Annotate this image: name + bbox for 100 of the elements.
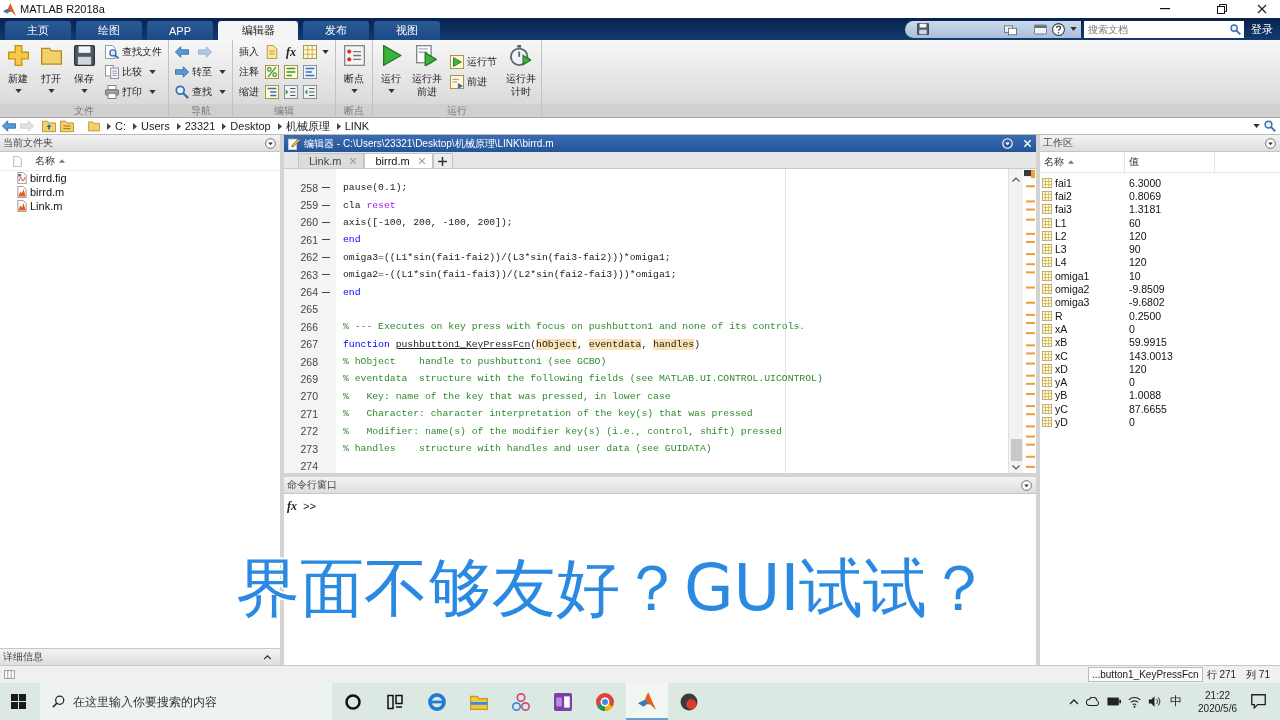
variable-name[interactable]: fai1	[1055, 176, 1129, 189]
percent-icon[interactable]	[265, 65, 279, 79]
toolstrip-button[interactable]: 运行	[376, 40, 406, 93]
variable-name[interactable]: L4	[1055, 256, 1129, 269]
file-name[interactable]: birrd.m	[30, 186, 65, 198]
caret-icon[interactable]	[277, 122, 282, 130]
text-lines-icon[interactable]	[303, 65, 317, 79]
ribbon-tab[interactable]: APP	[147, 21, 213, 40]
toolstrip-button[interactable]: 比较	[104, 62, 163, 82]
back-arrow-icon[interactable]	[175, 45, 189, 59]
indent-icon[interactable]	[284, 85, 298, 99]
circle-caret-icon[interactable]	[1021, 479, 1032, 491]
toolstrip-button[interactable]: 保存	[69, 40, 99, 93]
input-method-indicator[interactable]: 中	[1170, 693, 1183, 710]
toolstrip-button[interactable]: 打开	[36, 40, 66, 93]
caret-icon[interactable]	[176, 122, 181, 130]
chevron-up-icon[interactable]	[1069, 698, 1080, 705]
ribbon-tab[interactable]: 视图	[374, 21, 440, 40]
toolstrip-button[interactable]: 断点	[339, 40, 369, 93]
search-icon[interactable]	[1230, 23, 1241, 35]
folder-icon[interactable]	[60, 119, 74, 133]
variable-name[interactable]: omiga1	[1055, 269, 1129, 282]
toolstrip-button[interactable]: 查找	[174, 82, 227, 102]
toolstrip-button[interactable]: 新建	[3, 40, 33, 93]
scroll-up-icon[interactable]	[1012, 177, 1020, 182]
cloud-icon[interactable]	[1086, 697, 1101, 706]
indent-icon[interactable]	[265, 85, 279, 99]
circle-caret-icon[interactable]	[1265, 137, 1276, 149]
text-lines-icon[interactable]	[284, 65, 298, 79]
caret-icon[interactable]	[107, 122, 111, 130]
chevron-up-icon[interactable]	[263, 654, 272, 660]
toolstrip-button[interactable]: 运行并前进	[409, 40, 444, 98]
caret-icon[interactable]	[133, 122, 137, 130]
variable-name[interactable]: xA	[1055, 322, 1129, 335]
circle-icon[interactable]	[345, 693, 361, 710]
column-header[interactable]: 名称	[1044, 155, 1064, 169]
variable-name[interactable]: yD	[1055, 416, 1129, 428]
minimize-icon[interactable]	[1160, 8, 1170, 10]
grid-icon[interactable]	[303, 45, 317, 59]
variable-name[interactable]: yC	[1055, 402, 1129, 415]
toolstrip-button[interactable]: 转至	[174, 62, 227, 82]
toolstrip-button[interactable]: 查找文件	[104, 42, 163, 62]
caret-icon[interactable]	[1253, 124, 1260, 128]
variable-name[interactable]: omiga3	[1055, 296, 1129, 309]
search-field[interactable]: 搜索文档	[1084, 20, 1244, 38]
variable-name[interactable]: L3	[1055, 243, 1129, 256]
variable-name[interactable]: fai2	[1055, 189, 1129, 202]
ribbon-tab[interactable]: 主页	[5, 21, 71, 40]
file-name[interactable]: Link.m	[30, 200, 63, 212]
toolstrip-button[interactable]: 打印	[104, 82, 163, 102]
path-segment[interactable]: Users	[141, 120, 170, 132]
variable-name[interactable]: yA	[1055, 376, 1129, 389]
ribbon-tab[interactable]: 编辑器	[218, 21, 298, 40]
caret-icon[interactable]	[1070, 27, 1077, 31]
toolstrip-button[interactable]: 前进	[449, 72, 498, 92]
speaker-icon[interactable]	[1148, 695, 1162, 708]
search-icon[interactable]	[1264, 120, 1276, 132]
path-segment[interactable]: 23321	[184, 120, 216, 132]
folder-up-icon[interactable]	[42, 119, 56, 133]
variable-name[interactable]: xC	[1055, 349, 1129, 362]
variable-name[interactable]: L1	[1055, 216, 1129, 229]
ribbon-tab[interactable]: 发布	[303, 21, 369, 40]
taskbar-search-field[interactable]: 在这里输入你要搜索的内容	[40, 683, 332, 720]
toolstrip-button[interactable]: 运行并计时	[503, 40, 538, 98]
wifi-icon[interactable]	[1128, 695, 1142, 708]
window-stack-icon[interactable]	[1004, 22, 1017, 36]
panel-layout-icon[interactable]	[4, 669, 15, 680]
path-segment[interactable]: C:	[115, 120, 126, 132]
variable-name[interactable]: xB	[1055, 336, 1129, 349]
function-button[interactable]: fx	[284, 45, 298, 59]
editor-tab[interactable]: birrd.m	[364, 153, 433, 168]
path-segment[interactable]: 机械原理	[285, 118, 330, 134]
editor-tab[interactable]: Link.m	[298, 153, 365, 168]
outdent-icon[interactable]	[303, 85, 317, 99]
column-header[interactable]: 名称	[35, 154, 55, 168]
file-name[interactable]: birrd.fig	[30, 172, 67, 184]
variable-name[interactable]: fai3	[1055, 203, 1129, 216]
circle-caret-icon[interactable]	[265, 137, 276, 149]
clock-date[interactable]: 2020/5/6	[1198, 701, 1237, 715]
function-browser-button[interactable]: fx	[287, 499, 297, 514]
notification-icon[interactable]	[1251, 694, 1266, 709]
variable-name[interactable]: xD	[1055, 362, 1129, 375]
battery-icon[interactable]	[1107, 697, 1122, 706]
windows-logo-icon[interactable]	[11, 694, 26, 709]
window-icon[interactable]	[1034, 22, 1047, 36]
variable-name[interactable]: R	[1055, 309, 1129, 322]
help-icon[interactable]	[1052, 22, 1065, 36]
task-view-icon[interactable]	[387, 693, 403, 710]
ribbon-tab[interactable]: 绘图	[76, 21, 142, 40]
column-header[interactable]: 值	[1129, 155, 1139, 169]
caret-icon[interactable]	[336, 122, 341, 130]
path-segment[interactable]: LINK	[344, 120, 370, 132]
restore-icon[interactable]	[1217, 4, 1227, 14]
caret-icon[interactable]	[322, 50, 329, 54]
path-segment[interactable]: Desktop	[230, 120, 271, 132]
login-button[interactable]: 登录	[1244, 21, 1280, 37]
variable-name[interactable]: omiga2	[1055, 283, 1129, 295]
toolstrip-button[interactable]: 运行节	[449, 52, 498, 72]
back-arrow-icon[interactable]	[2, 119, 16, 133]
caret-icon[interactable]	[222, 122, 227, 130]
